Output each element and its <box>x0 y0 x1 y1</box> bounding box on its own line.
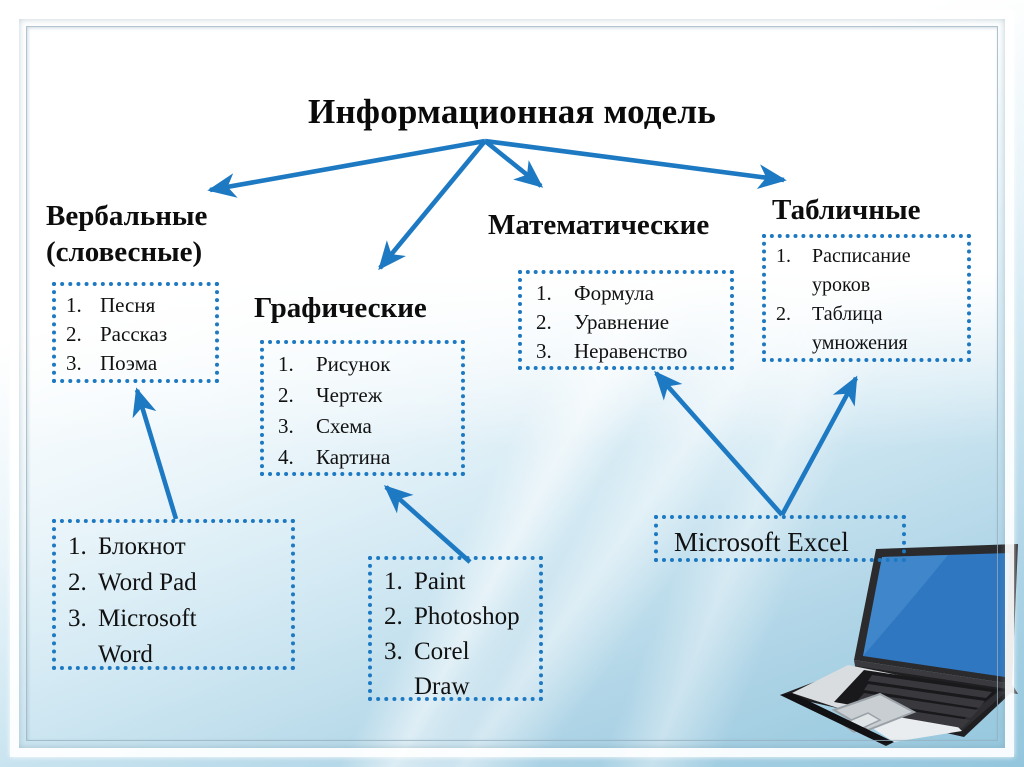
list-item: 1. Paint <box>384 564 539 599</box>
list-item: Draw <box>384 669 539 704</box>
list-item-label: Уравнение <box>574 310 670 334</box>
list-item-number <box>776 329 812 358</box>
list-item-number: 2. <box>384 603 403 630</box>
list-item-number: 3. <box>66 351 82 375</box>
list-item-label: Photoshop <box>414 603 520 630</box>
list-item-label: уроков <box>812 274 871 296</box>
list-box-verbal: 1. Песня 2. Рассказ 3. Поэма <box>52 282 219 383</box>
list-item-label: Microsoft <box>98 605 197 632</box>
list-item-number: 1. <box>278 352 294 376</box>
list-item-label: Блокнот <box>98 533 186 560</box>
list-item-label: Word <box>98 641 153 668</box>
list-item: 2. Рассказ <box>66 320 215 349</box>
heading-graphic: Графические <box>254 292 427 324</box>
heading-verbal: Вербальные (словесные) <box>46 198 207 270</box>
list-item-label: Draw <box>414 673 470 700</box>
list-item: 1. Расписание <box>776 242 967 271</box>
list-item-label: Word Pad <box>98 569 197 596</box>
slide-canvas: Информационная модель Вербальные (словес… <box>0 0 1024 767</box>
list-item: 2. Уравнение <box>536 308 730 337</box>
list-item-label: Схема <box>316 414 372 438</box>
list-item-label: Corel <box>414 638 470 665</box>
list-item-number: 4. <box>278 445 294 469</box>
list-item-number: 3. <box>278 414 294 438</box>
list-item: 2. Photoshop <box>384 599 539 634</box>
list-item: Word <box>68 637 291 673</box>
list-item-label: Рассказ <box>100 322 168 346</box>
list-item-label: Формула <box>574 281 654 305</box>
page-title: Информационная модель <box>308 92 716 131</box>
list-item-label: Расписание <box>812 245 911 267</box>
list-item-label: Рисунок <box>316 352 391 376</box>
list-item-number: 1. <box>384 568 403 595</box>
list-item: умножения <box>776 329 967 358</box>
heading-math: Математические <box>488 209 710 241</box>
list-item: 2. Word Pad <box>68 565 291 601</box>
list-item-label: Поэма <box>100 351 158 375</box>
list-box-graphic: 1. Рисунок 2. Чертеж 3. Схема 4. Картина <box>260 340 465 476</box>
list-item: 3. Поэма <box>66 349 215 378</box>
list-item-number <box>384 669 414 704</box>
list-item-label: Paint <box>414 568 466 595</box>
list-item: 2. Таблица <box>776 300 967 329</box>
list-item-number: 2. <box>776 303 791 325</box>
list-item-number: 2. <box>278 383 294 407</box>
list-item-label: Песня <box>100 293 156 317</box>
list-item-label: Таблица <box>812 303 883 325</box>
list-item: 3. Microsoft <box>68 601 291 637</box>
list-box-spreadsheet: Microsoft Excel <box>654 515 906 562</box>
list-item: 4. Картина <box>278 442 461 473</box>
list-item-number: 3. <box>68 605 87 632</box>
list-item-label: Неравенство <box>574 339 688 363</box>
list-item-number: 1. <box>66 293 82 317</box>
list-item-label: Чертеж <box>316 383 383 407</box>
list-item: 1. Блокнот <box>68 529 291 565</box>
laptop-illustration <box>780 544 1018 746</box>
list-item-number: 1. <box>776 245 791 267</box>
list-item-number: 2. <box>66 322 82 346</box>
list-item-number: 3. <box>536 339 552 363</box>
list-item-number: 1. <box>68 533 87 560</box>
heading-table: Табличные <box>772 194 921 226</box>
list-item-label: Картина <box>316 445 391 469</box>
list-item-number: 1. <box>536 281 552 305</box>
heading-verbal-line1: Вербальные <box>46 200 208 232</box>
list-item-number: 2. <box>68 569 87 596</box>
list-box-table: 1. Расписание уроков 2. Таблица умножения <box>762 234 971 362</box>
list-item: 1. Формула <box>536 279 730 308</box>
list-item-number <box>776 271 812 300</box>
list-box-graphic-editors: 1. Paint 2. Photoshop 3. Corel Draw <box>368 556 543 701</box>
list-item: 2. Чертеж <box>278 380 461 411</box>
list-item: 3. Неравенство <box>536 337 730 366</box>
list-item-number: 3. <box>384 638 403 665</box>
spreadsheet-label: Microsoft Excel <box>674 527 849 557</box>
list-item: 3. Corel <box>384 634 539 669</box>
list-box-text-editors: 1. Блокнот 2. Word Pad 3. Microsoft Word <box>52 519 295 670</box>
list-item: уроков <box>776 271 967 300</box>
list-item: 1. Песня <box>66 291 215 320</box>
list-item-number: 2. <box>536 310 552 334</box>
list-box-math: 1. Формула 2. Уравнение 3. Неравенство <box>518 270 734 370</box>
list-item-number <box>68 637 98 673</box>
list-item-label: умножения <box>812 332 908 354</box>
heading-verbal-line2: (словесные) <box>46 236 203 268</box>
list-item: 3. Схема <box>278 411 461 442</box>
list-item: 1. Рисунок <box>278 349 461 380</box>
